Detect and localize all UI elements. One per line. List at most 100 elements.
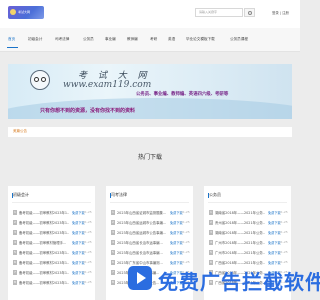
row-title[interactable]: 备考初级——初审教材2023年1...	[19, 230, 69, 235]
row-number: 4	[209, 240, 213, 245]
list-item[interactable]: 2 贵州省2018年——2021年公务... 免费下载 11-25	[209, 220, 288, 226]
row-number: 7	[13, 270, 17, 275]
search-input[interactable]: 请输入关键字	[195, 8, 243, 17]
site-logo[interactable]: 考试大网	[8, 6, 44, 19]
hero-banner[interactable]: 考 试 大 网 www.exam119.com 公务员、事业编、教师编、英语四六…	[8, 64, 292, 119]
card-title: 司考法律	[111, 192, 127, 197]
owl-logo-icon	[10, 9, 16, 15]
row-date: 11-25	[181, 210, 190, 214]
search-button[interactable]	[244, 8, 255, 17]
nav-item-home[interactable]: 首页	[8, 37, 15, 42]
row-title[interactable]: 广州市2018年——2021年公务...	[215, 240, 265, 245]
row-title[interactable]: 备考初级——初审教材2023年1...	[19, 270, 69, 275]
card-title: 初级会计	[13, 192, 29, 197]
row-title[interactable]: 备考初级——初审教材2023年1...	[19, 250, 69, 255]
row-number: 3	[13, 230, 17, 235]
row-date: 11-25	[181, 220, 190, 224]
row-title[interactable]: 备考初级——初审教材管理手...	[19, 240, 69, 245]
row-title[interactable]: 2023年山西省长治市运事编...	[117, 250, 167, 255]
row-title[interactable]: 广州市2018年——2021年公务...	[215, 250, 265, 255]
adblock-watermark: 免费广告拦截软件	[128, 264, 320, 294]
card-divider	[208, 202, 287, 203]
row-title[interactable]: 备考初级——初审教材2023年1...	[19, 210, 69, 215]
nav-item-public-institution[interactable]: 事业编	[105, 37, 116, 42]
site-header: 考试大网 请输入关键字 登录 | 注册	[0, 0, 300, 28]
nav-item-english[interactable]: 英语	[168, 37, 175, 42]
row-date: 11-25	[181, 250, 190, 254]
list-item[interactable]: 3 湖南省2018年——2021年公务... 免费下载 11-25	[209, 230, 288, 236]
row-number: 5	[209, 250, 213, 255]
row-title[interactable]: 2023年山西省长治市运事编...	[117, 240, 167, 245]
row-date: 11-25	[83, 280, 92, 284]
card-title: 公务员	[209, 192, 221, 197]
row-date: 11-25	[83, 260, 92, 264]
row-date: 11-25	[83, 220, 92, 224]
row-title[interactable]: 2023年山西省运城市公告事编...	[117, 230, 167, 235]
nav-item-teacher[interactable]: 教师编	[127, 37, 138, 42]
row-number: 5	[111, 250, 115, 255]
list-item[interactable]: 7 备考初级——初审教材2023年1... 免费下载 11-25	[13, 270, 92, 276]
search-icon	[248, 11, 252, 15]
row-number: 4	[13, 240, 17, 245]
banner-url: www.exam119.com	[63, 80, 152, 90]
row-number: 6	[111, 260, 115, 265]
play-icon	[128, 266, 152, 290]
row-date: 11-25	[279, 220, 288, 224]
row-date: 11-25	[181, 230, 190, 234]
row-number: 3	[111, 230, 115, 235]
list-item[interactable]: 1 2023年山西省证城市监测题集... 免费下载 11-25	[111, 210, 190, 216]
banner-slogan: 只有你想不到的资源，没有你找不到的资料	[40, 108, 136, 114]
row-date: 11-25	[83, 210, 92, 214]
list-item[interactable]: 3 备考初级——初审教材2023年1... 免费下载 11-25	[13, 230, 92, 236]
list-item[interactable]: 4 广州市2018年——2021年公务... 免费下载 11-25	[209, 240, 288, 246]
row-title[interactable]: 备考初级——初审教材2023年1...	[19, 260, 69, 265]
row-number: 4	[111, 240, 115, 245]
nav-item-postgraduate[interactable]: 考研	[150, 37, 157, 42]
list-item[interactable]: 6 备考初级——初审教材2023年1... 免费下载 11-25	[13, 260, 92, 266]
row-number: 8	[13, 280, 17, 285]
row-title[interactable]: 湖南省2018年——2021年公务...	[215, 210, 265, 215]
list-item[interactable]: 4 备考初级——初审教材管理手... 免费下载 11-25	[13, 240, 92, 246]
nav-active-indicator	[7, 47, 18, 48]
row-date: 11-25	[279, 260, 288, 264]
list-item[interactable]: 5 2023年山西省长治市运事编... 免费下载 11-25	[111, 250, 190, 256]
row-title[interactable]: 贵州省2018年——2021年公务...	[215, 220, 265, 225]
list-item[interactable]: 4 2023年山西省长治市运事编... 免费下载 11-25	[111, 240, 190, 246]
list-item[interactable]: 3 2023年山西省运城市公告事编... 免费下载 11-25	[111, 230, 190, 236]
row-number: 2	[13, 220, 17, 225]
download-card-junior-accounting: 初级会计 1 备考初级——初审教材2023年1... 免费下载 11-25 2 备考初级…	[8, 186, 95, 300]
list-item[interactable]: 2 备考初级——初审教材2023年1... 免费下载 11-25	[13, 220, 92, 226]
list-item[interactable]: 1 湖南省2018年——2021年公务... 免费下载 11-25	[209, 210, 288, 216]
row-date: 11-25	[279, 210, 288, 214]
row-number: 1	[209, 210, 213, 215]
row-number: 2	[111, 220, 115, 225]
banner-categories: 公务员、事业编、教师编、英语四六级、考研等	[136, 92, 229, 97]
nav-item-civil-servant-courses[interactable]: 公务员课程	[230, 37, 248, 42]
row-title[interactable]: 2023年山西省运城市公告事编...	[117, 220, 167, 225]
logo-text: 考试大网	[18, 10, 31, 14]
row-number: 7	[111, 270, 115, 275]
list-item[interactable]: 5 广州市2018年——2021年公务... 免费下载 11-25	[209, 250, 288, 256]
row-date: 11-25	[181, 240, 190, 244]
row-title[interactable]: 湖南省2018年——2021年公务...	[215, 230, 265, 235]
list-item[interactable]: 2 2023年山西省运城市公告事编... 免费下载 11-25	[111, 220, 190, 226]
list-item[interactable]: 1 备考初级——初审教材2023年1... 免费下载 11-25	[13, 210, 92, 216]
card-divider	[12, 202, 91, 203]
list-item[interactable]: 5 备考初级——初审教材2023年1... 免费下载 11-25	[13, 250, 92, 256]
nav-item-civil-servant[interactable]: 公务员	[83, 37, 94, 42]
row-date: 11-25	[279, 240, 288, 244]
login-register-link[interactable]: 登录 | 注册	[272, 10, 289, 15]
row-title[interactable]: 备考初级——初审教材2023年1...	[19, 220, 69, 225]
main-nav: 首页 初级会计 司考法律 公务员 事业编 教师编 考研 英语 毕业论文模板下载 …	[0, 28, 300, 52]
row-title[interactable]: 2023年山西省证城市监测题集...	[117, 210, 167, 215]
row-date: 11-25	[83, 270, 92, 274]
row-date: 11-25	[83, 240, 92, 244]
row-number: 2	[209, 220, 213, 225]
nav-item-judicial-exam[interactable]: 司考法律	[55, 37, 69, 42]
nav-item-thesis-templates[interactable]: 毕业论文模板下载	[186, 37, 215, 42]
row-title[interactable]: 备考初级——初审教材2023年1...	[19, 280, 69, 285]
notice-label[interactable]: 美篇公告	[13, 129, 27, 134]
list-item[interactable]: 8 备考初级——初审教材2023年1... 免费下载 11-25	[13, 280, 92, 286]
nav-item-junior-accounting[interactable]: 初级会计	[28, 37, 42, 42]
row-number: 1	[13, 210, 17, 215]
